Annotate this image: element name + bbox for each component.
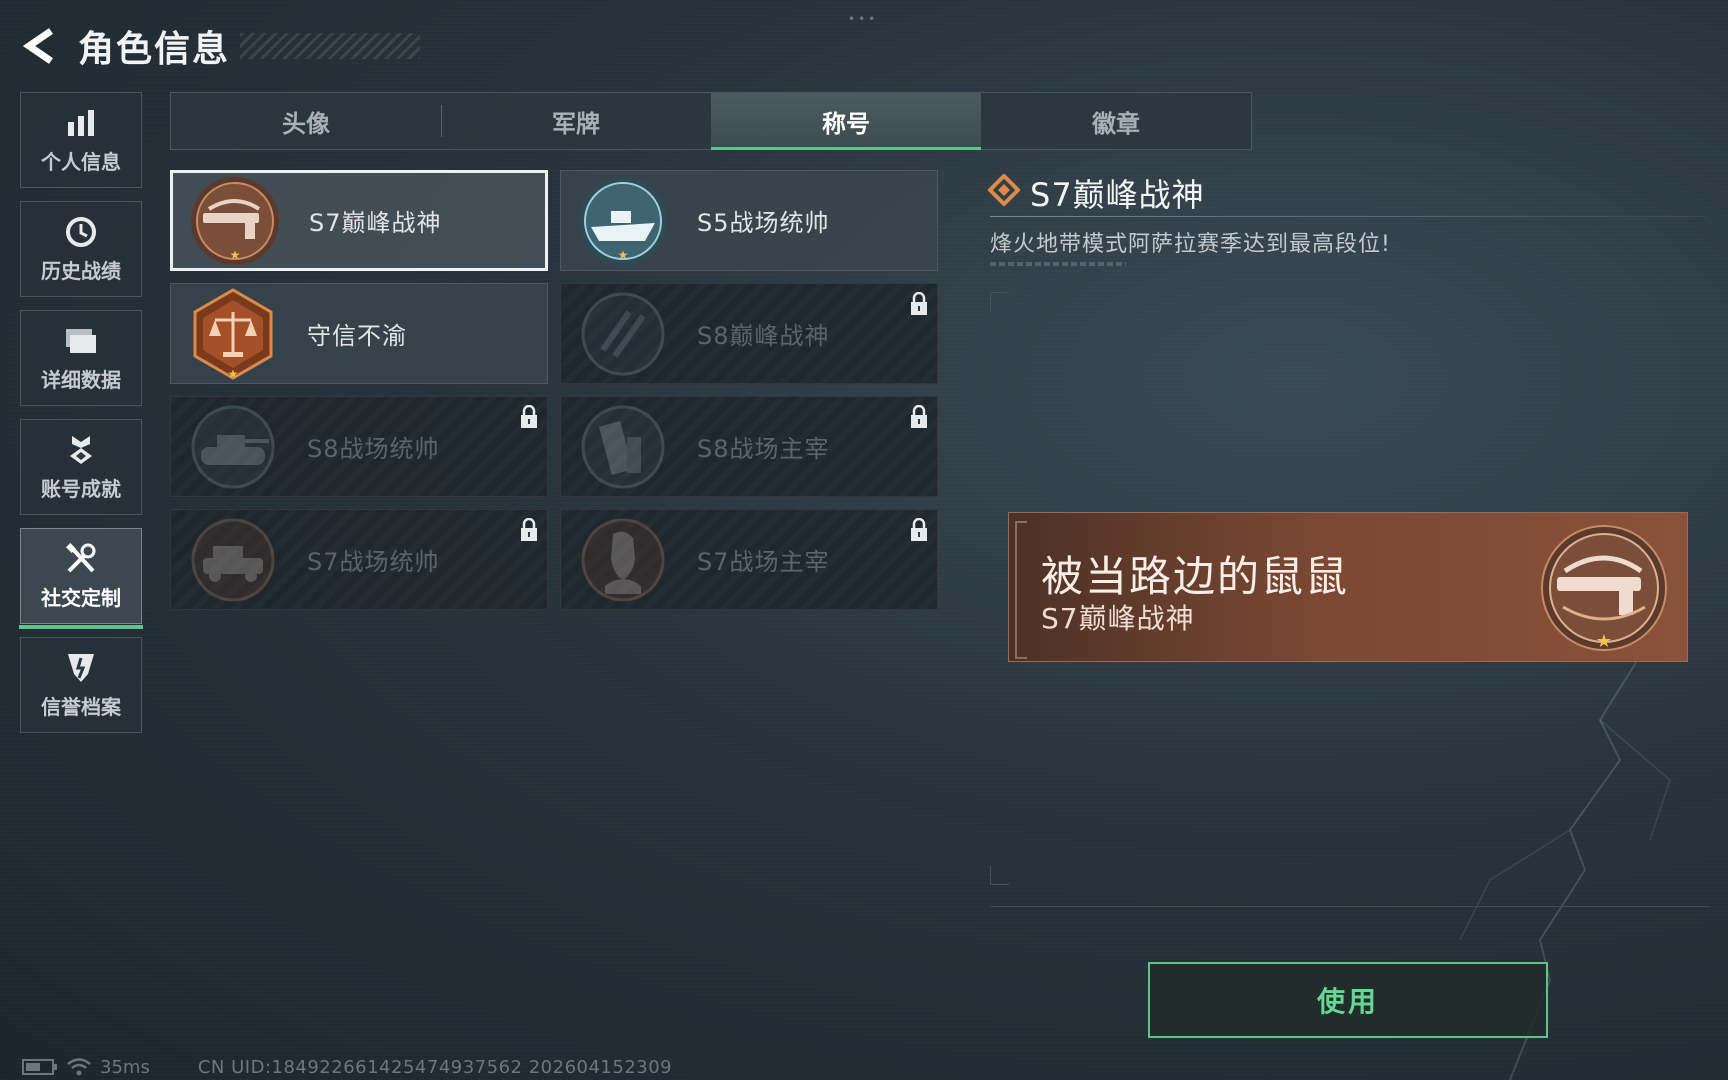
tank-badge-icon [191, 405, 275, 488]
title-label: S8巅峰战神 [697, 322, 830, 350]
sidebar-item-achievements[interactable]: 账号成就 [20, 419, 142, 515]
detail-title: S7巅峰战神 [1030, 176, 1205, 214]
soldier-badge-icon [581, 518, 665, 601]
sidebar-item-label: 个人信息 [41, 149, 121, 174]
title-card[interactable]: ★ 守信不渝 [170, 283, 548, 384]
rifle-badge-icon: ★ [1541, 525, 1667, 652]
lock-icon [521, 405, 537, 428]
top-dots-decoration: ••• [848, 12, 879, 26]
sidebar-item-label: 社交定制 [41, 585, 121, 610]
title-card[interactable]: S7战场统帅 [170, 509, 548, 610]
status-bar: 35ms CN UID:18492266142547493756​2 20260… [22, 1056, 672, 1078]
slash-badge-icon [581, 292, 665, 375]
tab-title[interactable]: 称号 [711, 93, 981, 150]
svg-text:★: ★ [230, 248, 241, 262]
sidebar-item-credit-file[interactable]: 信誉档案 [20, 637, 142, 733]
lock-icon [911, 518, 927, 541]
sidebar-item-label: 详细数据 [41, 367, 121, 392]
bar-chart-icon [64, 106, 98, 140]
title-decoration [240, 33, 421, 59]
sidebar-item-label: 历史战绩 [41, 258, 121, 283]
title-label: S8战场主宰 [697, 435, 830, 463]
svg-text:★: ★ [1596, 631, 1612, 652]
title-label: S8战场统帅 [307, 435, 440, 463]
title-label: 守信不渝 [307, 322, 407, 350]
building-badge-icon [581, 405, 665, 488]
back-arrow-icon [23, 28, 53, 64]
sidebar-item-label: 账号成就 [41, 476, 121, 501]
title-label: S5战场统帅 [697, 209, 830, 237]
frame-corner [990, 866, 1009, 885]
title-preview-banner: 被当路边的鼠鼠 S7巅峰战神 ★ [1008, 512, 1688, 662]
title-card[interactable]: S8战场统帅 [170, 396, 548, 497]
title-label: S7巅峰战神 [309, 209, 442, 237]
wifi-icon [67, 1058, 91, 1076]
history-icon [64, 215, 98, 249]
title-grid: ★ S7巅峰战神 ★ S5战场统帅 ★ 守信不渝 S8巅峰战神 S8战场统帅 S… [170, 170, 938, 610]
preview-title: S7巅峰战神 [1041, 602, 1195, 635]
svg-text:★: ★ [228, 367, 239, 380]
uid-text: CN UID:18492266142547493756​2 2026041523… [197, 1056, 673, 1078]
diamond-icon [988, 174, 1020, 206]
svg-text:★: ★ [618, 248, 629, 262]
header: 角色信息 [20, 18, 421, 74]
sidebar-item-history[interactable]: 历史战绩 [20, 201, 142, 297]
title-card[interactable]: ★ S5战场统帅 [560, 170, 938, 271]
use-button[interactable]: 使用 [1148, 962, 1548, 1038]
category-tabs: 头像 军牌 称号 徽章 [170, 92, 1252, 150]
rifle-badge-icon: ★ [191, 176, 279, 265]
page-title: 角色信息 [78, 29, 231, 70]
back-button[interactable] [20, 24, 60, 68]
title-card[interactable]: ★ S7巅峰战神 [170, 170, 548, 271]
sidebar-item-detailed-data[interactable]: 详细数据 [20, 310, 142, 406]
sidebar-item-label: 信誉档案 [41, 694, 121, 719]
title-label: S7战场统帅 [307, 548, 440, 576]
detail-description: 烽火地带模式阿萨拉赛季达到最高段位! [990, 232, 1391, 257]
battery-icon [22, 1059, 57, 1075]
tab-badge[interactable]: 徽章 [981, 93, 1251, 149]
ping-value: 35ms [100, 1056, 150, 1078]
detail-divider [990, 216, 1706, 217]
player-name: 被当路边的鼠鼠 [1041, 552, 1350, 601]
tools-icon [64, 542, 98, 576]
vehicle-badge-icon [191, 518, 275, 601]
lock-icon [911, 405, 927, 428]
tab-dog-tag[interactable]: 军牌 [441, 93, 711, 149]
sidebar-item-personal-info[interactable]: 个人信息 [20, 92, 142, 188]
title-card[interactable]: S8战场主宰 [560, 396, 938, 497]
scales-badge-icon: ★ [193, 287, 273, 380]
title-label: S7战场主宰 [697, 548, 830, 576]
sidebar-item-social-custom[interactable]: 社交定制 [19, 528, 143, 629]
description-decoration [990, 262, 1126, 266]
tab-avatar[interactable]: 头像 [171, 93, 441, 149]
boat-badge-icon: ★ [579, 176, 667, 265]
folder-icon [64, 324, 98, 358]
lock-icon [521, 518, 537, 541]
sidebar: 个人信息 历史战绩 详细数据 账号成就 社交定制 信誉档案 [19, 92, 144, 746]
frame-corner [990, 292, 1009, 311]
title-card[interactable]: S7战场主宰 [560, 509, 938, 610]
lock-icon [911, 292, 927, 315]
bottom-divider [990, 906, 1710, 907]
shield-icon [64, 651, 98, 685]
achievement-icon [64, 433, 98, 467]
title-card[interactable]: S8巅峰战神 [560, 283, 938, 384]
